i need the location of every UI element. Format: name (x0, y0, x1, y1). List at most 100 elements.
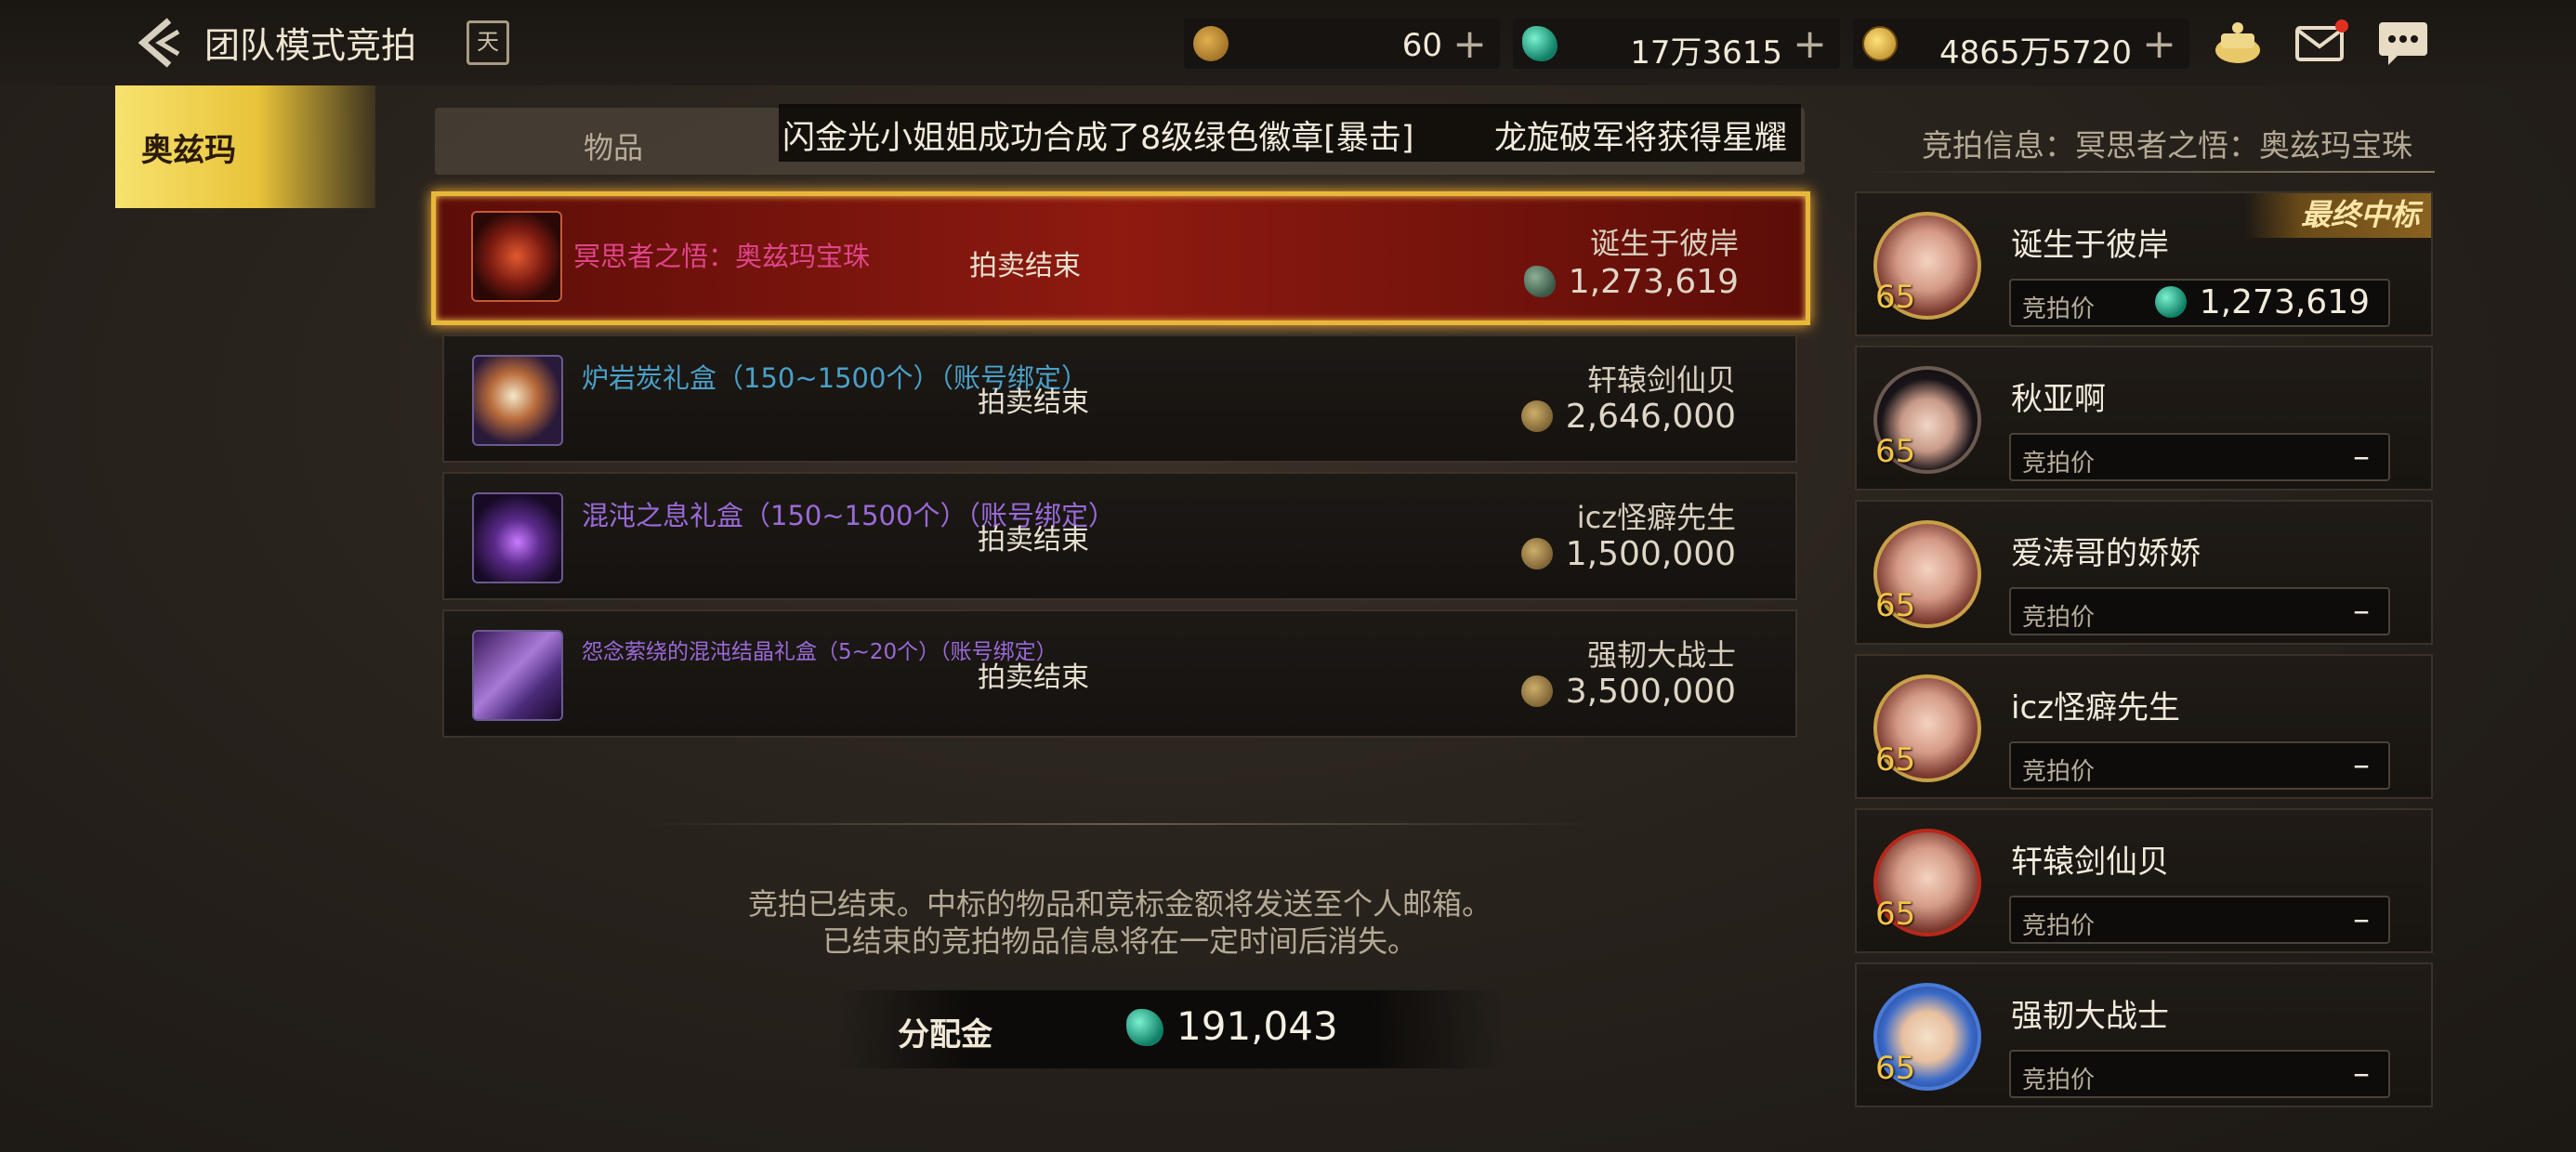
gold-coin-icon (1520, 400, 1553, 432)
tab-label: 奥兹玛 (141, 132, 236, 169)
auction-status: 拍卖结束 (969, 250, 1081, 282)
lava-orb-item-icon (472, 355, 563, 446)
player-name: icz怪癖先生 (2011, 689, 2180, 727)
chaos-crystal-item-icon (472, 630, 563, 721)
orb-item-icon (471, 211, 562, 302)
bid-box: 竞拍价 – (2009, 741, 2390, 790)
bidder-card: 65 icz怪癖先生 竞拍价 – (1855, 654, 2433, 799)
player-level: 65 (1875, 587, 1916, 624)
add-gem-button[interactable]: + (1793, 20, 1827, 68)
bid-amount: 1,273,619 (2199, 283, 2370, 321)
gold-coin-icon (1520, 538, 1553, 569)
notice-line: 已结束的竞拍物品信息将在一定时间后消失。 (821, 923, 1417, 959)
auction-info: 竞拍信息：冥思者之悟：奥兹玛宝珠 (1922, 127, 2412, 164)
bid-value: – (2353, 592, 2370, 630)
player-name: 爱涛哥的娇娇 (2011, 535, 2201, 572)
back-arrow-icon[interactable] (128, 13, 188, 72)
player-level: 65 (1875, 896, 1916, 933)
bid-value: 2,646,000 (1565, 398, 1736, 436)
bid-value: – (2353, 438, 2370, 476)
bid-box: 竞拍价 – (2009, 587, 2390, 635)
player-name: 强韧大战士 (2011, 998, 2169, 1035)
payout-label: 分配金 (898, 1016, 992, 1054)
add-gold-button[interactable]: + (2142, 20, 2176, 68)
ticker-message: 闪金光小姐姐成功合成了8级绿色徽章[暴击] (782, 120, 1414, 157)
currency-gold: 4865万5720 + (1853, 19, 2189, 72)
bid-label: 竞拍价 (2022, 912, 2096, 940)
chat-icon[interactable] (2375, 17, 2431, 69)
winning-bid: 3,500,000 (1520, 673, 1736, 711)
winning-bid: 1,273,619 (1523, 263, 1739, 301)
currency-value: 17万3615 (1630, 34, 1782, 72)
bid-value: 1,273,619 (1568, 263, 1739, 301)
winning-bid: 2,646,000 (1520, 398, 1736, 436)
winning-bidder: 强韧大战士 (1586, 637, 1736, 673)
column-item-label: 物品 (584, 130, 644, 165)
gem-icon (1126, 1009, 1163, 1046)
bid-box: 竞拍价 1,273,619 (2009, 279, 2390, 327)
mail-icon[interactable] (2293, 17, 2349, 69)
moon-token-icon (1193, 26, 1229, 61)
calendar-icon[interactable]: 天 (467, 20, 509, 65)
bid-value: – (2353, 1054, 2370, 1093)
bid-value: – (2353, 900, 2370, 938)
currency-moon-token: 60 + (1184, 19, 1500, 69)
bid-value: – (2353, 746, 2370, 784)
winning-bidder: icz怪癖先生 (1576, 500, 1736, 535)
add-moon-token-button[interactable]: + (1452, 20, 1487, 68)
bid-value: 1,500,000 (1565, 535, 1736, 573)
currency-value: 60 (1401, 27, 1442, 64)
final-winner-badge: 最终中标 (2245, 193, 2431, 238)
bid-box: 竞拍价 – (2009, 896, 2390, 944)
auction-status: 拍卖结束 (978, 524, 1089, 556)
gem-icon (2154, 286, 2187, 318)
bid-value: 1,273,619 (2154, 283, 2370, 321)
auction-status: 拍卖结束 (978, 661, 1089, 694)
top-bar: 团队模式竞拍 天 60 + 17万3615 + 4865万5720 + (0, 0, 2576, 85)
bid-value: 3,500,000 (1565, 673, 1736, 711)
winning-bidder: 轩辕剑仙贝 (1586, 362, 1736, 398)
bidder-card: 65 秋亚啊 竞拍价 – (1855, 346, 2433, 491)
player-level: 65 (1875, 433, 1916, 470)
auction-row[interactable]: 怨念萦绕的混沌结晶礼盒（5~20个）（账号绑定） 拍卖结束 强韧大战士 3,50… (442, 609, 1797, 738)
bid-box: 竞拍价 – (2009, 433, 2390, 481)
player-name: 诞生于彼岸 (2011, 227, 2169, 264)
ticker-message: 龙旋破军将获得星耀 (1494, 120, 1788, 157)
bidder-card: 65 爱涛哥的娇娇 竞拍价 – (1855, 500, 2433, 645)
bid-label: 竞拍价 (2022, 295, 2096, 323)
gem-icon (1523, 266, 1556, 297)
player-name: 轩辕剑仙贝 (2011, 844, 2169, 881)
auction-status: 拍卖结束 (978, 386, 1089, 419)
player-level: 65 (1875, 279, 1916, 316)
player-name: 秋亚啊 (2011, 381, 2106, 418)
broadcast-ticker: 闪金光小姐姐成功合成了8级绿色徽章[暴击] 龙旋破军将获得星耀 (779, 104, 1801, 162)
payout-value: 191,043 (1176, 1003, 1338, 1049)
auction-row[interactable]: 混沌之息礼盒（150~1500个）（账号绑定） 拍卖结束 icz怪癖先生 1,5… (442, 472, 1797, 600)
currency-value: 4865万5720 (1939, 34, 2132, 72)
bid-label: 竞拍价 (2022, 758, 2096, 786)
winning-bid: 1,500,000 (1520, 535, 1736, 573)
divider (1859, 171, 2435, 173)
player-level: 65 (1875, 741, 1916, 779)
item-name: 冥思者之悟：奥兹玛宝珠 (573, 241, 871, 272)
auction-row-winner[interactable]: 冥思者之悟：奥兹玛宝珠 拍卖结束 诞生于彼岸 1,273,619 (431, 191, 1810, 325)
bid-label: 竞拍价 (2022, 1067, 2096, 1094)
bid-label: 竞拍价 (2022, 604, 2096, 632)
tab-ozma[interactable]: 奥兹玛 (115, 85, 375, 208)
divider (641, 823, 1598, 825)
bid-box: 竞拍价 – (2009, 1050, 2390, 1098)
auction-row[interactable]: 炉岩炭礼盒（150~1500个）（账号绑定） 拍卖结束 轩辕剑仙贝 2,646,… (442, 334, 1797, 463)
winning-bidder: 诞生于彼岸 (1589, 226, 1739, 261)
treasure-pot-icon[interactable] (2210, 17, 2266, 69)
bidder-card: 65 轩辕剑仙贝 竞拍价 – (1855, 808, 2433, 953)
bid-label: 竞拍价 (2022, 450, 2096, 478)
payout-bar: 分配金 191,043 (836, 990, 1505, 1068)
chaos-breath-item-icon (472, 492, 563, 583)
gem-icon (1522, 26, 1557, 61)
player-level: 65 (1875, 1050, 1916, 1087)
gold-coin-icon (1862, 26, 1898, 61)
bidder-card: 65 强韧大战士 竞拍价 – (1855, 962, 2433, 1107)
gold-coin-icon (1520, 675, 1553, 707)
bidder-card-winner: 65 诞生于彼岸 最终中标 竞拍价 1,273,619 (1855, 191, 2433, 336)
currency-gem: 17万3615 + (1513, 19, 1840, 72)
